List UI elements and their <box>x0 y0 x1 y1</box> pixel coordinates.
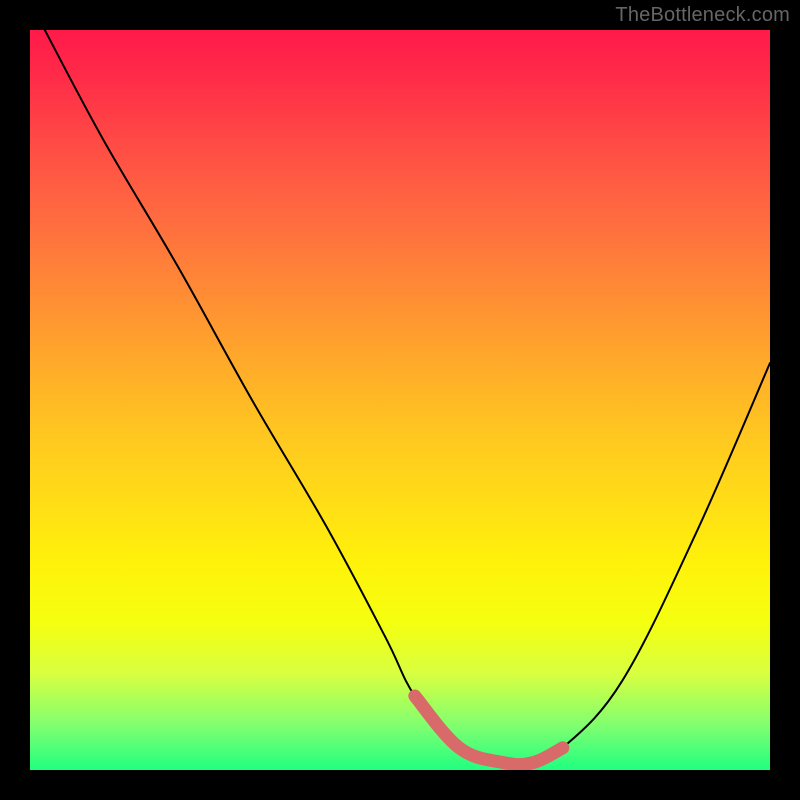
chart-plot-area <box>30 30 770 770</box>
chart-svg <box>30 30 770 770</box>
bottleneck-curve-line <box>45 30 770 765</box>
optimal-range-highlight <box>415 696 563 765</box>
watermark-text: TheBottleneck.com <box>615 4 790 27</box>
